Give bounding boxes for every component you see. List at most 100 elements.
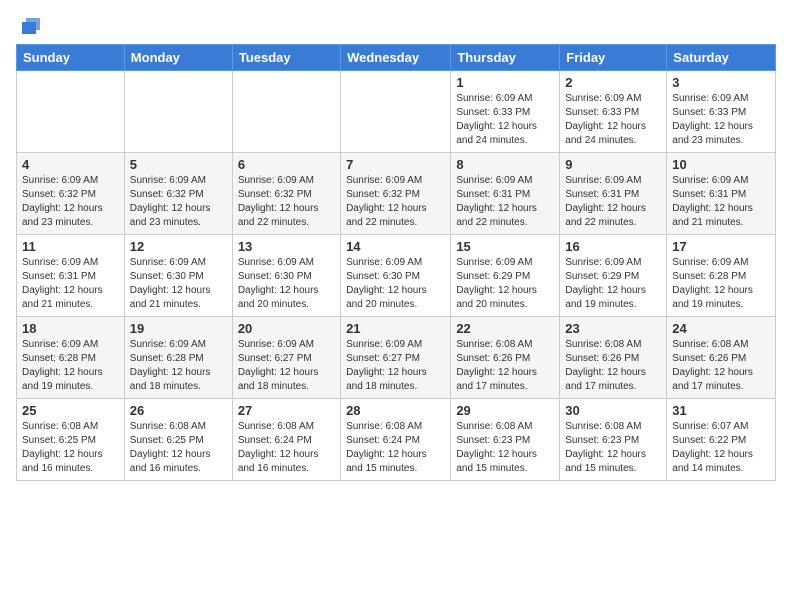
day-number: 31 (672, 403, 770, 418)
day-number: 19 (130, 321, 227, 336)
day-info: Sunrise: 6:08 AM Sunset: 6:23 PM Dayligh… (565, 420, 661, 476)
day-number: 1 (456, 75, 554, 90)
calendar-cell: 26 Sunrise: 6:08 AM Sunset: 6:25 PM Dayli… (124, 399, 232, 481)
calendar-cell: 6Sunrise: 6:09 AM Sunset: 6:32 PM Daylig… (232, 153, 340, 235)
day-number: 22 (456, 321, 554, 336)
calendar-cell: 7 Sunrise: 6:09 AM Sunset: 6:32 PM Daylig… (341, 153, 451, 235)
day-number: 15 (456, 239, 554, 254)
day-number: 5 (130, 157, 227, 172)
day-info: Sunrise: 6:09 AM Sunset: 6:33 PM Dayligh… (672, 92, 770, 148)
day-info: Sunrise: 6:08 AM Sunset: 6:26 PM Dayligh… (456, 338, 554, 394)
day-number: 25 (22, 403, 119, 418)
day-number: 11 (22, 239, 119, 254)
calendar-header-row: SundayMondayTuesdayWednesdayThursdayFrid… (17, 45, 776, 71)
calendar-cell: 10Sunrise: 6:09 AM Sunset: 6:31 PM Dayli… (667, 153, 776, 235)
day-info: Sunrise: 6:08 AM Sunset: 6:24 PM Dayligh… (238, 420, 335, 476)
calendar-cell: 25 Sunrise: 6:08 AM Sunset: 6:25 PM Dayli… (17, 399, 125, 481)
day-number: 24 (672, 321, 770, 336)
calendar-cell (232, 71, 340, 153)
calendar-cell: 31 Sunrise: 6:07 AM Sunset: 6:22 PM Dayli… (667, 399, 776, 481)
calendar-week-row: 4 Sunrise: 6:09 AM Sunset: 6:32 PM Daylig… (17, 153, 776, 235)
day-number: 27 (238, 403, 335, 418)
calendar-cell: 5 Sunrise: 6:09 AM Sunset: 6:32 PM Daylig… (124, 153, 232, 235)
day-info: Sunrise: 6:09 AM Sunset: 6:33 PM Dayligh… (456, 92, 554, 148)
day-number: 21 (346, 321, 445, 336)
day-info: Sunrise: 6:09 AM Sunset: 6:32 PM Dayligh… (238, 174, 335, 230)
calendar-cell: 14 Sunrise: 6:09 AM Sunset: 6:30 PM Dayli… (341, 235, 451, 317)
day-number: 13 (238, 239, 335, 254)
day-info: Sunrise: 6:08 AM Sunset: 6:25 PM Dayligh… (130, 420, 227, 476)
calendar-cell: 8 Sunrise: 6:09 AM Sunset: 6:31 PM Daylig… (451, 153, 560, 235)
calendar-cell: 29 Sunrise: 6:08 AM Sunset: 6:23 PM Dayli… (451, 399, 560, 481)
day-number: 20 (238, 321, 335, 336)
logo-icon (18, 16, 42, 36)
calendar-cell: 17Sunrise: 6:09 AM Sunset: 6:28 PM Dayli… (667, 235, 776, 317)
day-info: Sunrise: 6:09 AM Sunset: 6:33 PM Dayligh… (565, 92, 661, 148)
day-number: 3 (672, 75, 770, 90)
day-number: 28 (346, 403, 445, 418)
calendar-cell (124, 71, 232, 153)
calendar-header-saturday: Saturday (667, 45, 776, 71)
day-info: Sunrise: 6:09 AM Sunset: 6:32 PM Dayligh… (346, 174, 445, 230)
calendar-cell: 28 Sunrise: 6:08 AM Sunset: 6:24 PM Dayli… (341, 399, 451, 481)
day-number: 4 (22, 157, 119, 172)
calendar-cell: 21 Sunrise: 6:09 AM Sunset: 6:27 PM Dayli… (341, 317, 451, 399)
day-info: Sunrise: 6:09 AM Sunset: 6:31 PM Dayligh… (565, 174, 661, 230)
day-info: Sunrise: 6:08 AM Sunset: 6:26 PM Dayligh… (565, 338, 661, 394)
day-info: Sunrise: 6:09 AM Sunset: 6:32 PM Dayligh… (22, 174, 119, 230)
day-number: 23 (565, 321, 661, 336)
day-info: Sunrise: 6:08 AM Sunset: 6:26 PM Dayligh… (672, 338, 770, 394)
calendar-cell: 15Sunrise: 6:09 AM Sunset: 6:29 PM Dayli… (451, 235, 560, 317)
calendar-cell: 11 Sunrise: 6:09 AM Sunset: 6:31 PM Dayli… (17, 235, 125, 317)
calendar-header-tuesday: Tuesday (232, 45, 340, 71)
calendar-cell (17, 71, 125, 153)
page-header (16, 16, 776, 36)
calendar-cell: 18 Sunrise: 6:09 AM Sunset: 6:28 PM Dayli… (17, 317, 125, 399)
day-info: Sunrise: 6:09 AM Sunset: 6:32 PM Dayligh… (130, 174, 227, 230)
day-number: 10 (672, 157, 770, 172)
day-number: 26 (130, 403, 227, 418)
day-info: Sunrise: 6:09 AM Sunset: 6:30 PM Dayligh… (130, 256, 227, 312)
calendar-cell: 24 Sunrise: 6:08 AM Sunset: 6:26 PM Dayli… (667, 317, 776, 399)
calendar-cell: 20 Sunrise: 6:09 AM Sunset: 6:27 PM Dayli… (232, 317, 340, 399)
day-number: 8 (456, 157, 554, 172)
day-number: 16 (565, 239, 661, 254)
day-info: Sunrise: 6:08 AM Sunset: 6:23 PM Dayligh… (456, 420, 554, 476)
day-info: Sunrise: 6:08 AM Sunset: 6:25 PM Dayligh… (22, 420, 119, 476)
day-number: 7 (346, 157, 445, 172)
calendar-header-wednesday: Wednesday (341, 45, 451, 71)
calendar-cell: 12Sunrise: 6:09 AM Sunset: 6:30 PM Dayli… (124, 235, 232, 317)
day-info: Sunrise: 6:09 AM Sunset: 6:31 PM Dayligh… (456, 174, 554, 230)
day-info: Sunrise: 6:09 AM Sunset: 6:27 PM Dayligh… (346, 338, 445, 394)
day-info: Sunrise: 6:09 AM Sunset: 6:28 PM Dayligh… (22, 338, 119, 394)
day-info: Sunrise: 6:09 AM Sunset: 6:29 PM Dayligh… (565, 256, 661, 312)
day-number: 2 (565, 75, 661, 90)
day-info: Sunrise: 6:07 AM Sunset: 6:22 PM Dayligh… (672, 420, 770, 476)
calendar-cell: 13Sunrise: 6:09 AM Sunset: 6:30 PM Dayli… (232, 235, 340, 317)
calendar-header-monday: Monday (124, 45, 232, 71)
calendar-week-row: 18 Sunrise: 6:09 AM Sunset: 6:28 PM Dayli… (17, 317, 776, 399)
calendar-week-row: 25 Sunrise: 6:08 AM Sunset: 6:25 PM Dayli… (17, 399, 776, 481)
day-info: Sunrise: 6:09 AM Sunset: 6:28 PM Dayligh… (130, 338, 227, 394)
calendar-cell: 3 Sunrise: 6:09 AM Sunset: 6:33 PM Daylig… (667, 71, 776, 153)
calendar-cell: 23 Sunrise: 6:08 AM Sunset: 6:26 PM Dayli… (560, 317, 667, 399)
calendar-cell: 4 Sunrise: 6:09 AM Sunset: 6:32 PM Daylig… (17, 153, 125, 235)
day-number: 18 (22, 321, 119, 336)
calendar-week-row: 1 Sunrise: 6:09 AM Sunset: 6:33 PM Daylig… (17, 71, 776, 153)
day-info: Sunrise: 6:08 AM Sunset: 6:24 PM Dayligh… (346, 420, 445, 476)
calendar-table: SundayMondayTuesdayWednesdayThursdayFrid… (16, 44, 776, 481)
day-number: 29 (456, 403, 554, 418)
calendar-cell: 16 Sunrise: 6:09 AM Sunset: 6:29 PM Dayli… (560, 235, 667, 317)
day-info: Sunrise: 6:09 AM Sunset: 6:31 PM Dayligh… (22, 256, 119, 312)
calendar-cell: 1 Sunrise: 6:09 AM Sunset: 6:33 PM Daylig… (451, 71, 560, 153)
calendar-cell: 22 Sunrise: 6:08 AM Sunset: 6:26 PM Dayli… (451, 317, 560, 399)
calendar-cell (341, 71, 451, 153)
calendar-header-sunday: Sunday (17, 45, 125, 71)
calendar-cell: 30Sunrise: 6:08 AM Sunset: 6:23 PM Dayli… (560, 399, 667, 481)
day-info: Sunrise: 6:09 AM Sunset: 6:30 PM Dayligh… (346, 256, 445, 312)
day-number: 14 (346, 239, 445, 254)
calendar-header-thursday: Thursday (451, 45, 560, 71)
day-info: Sunrise: 6:09 AM Sunset: 6:28 PM Dayligh… (672, 256, 770, 312)
calendar-cell: 9Sunrise: 6:09 AM Sunset: 6:31 PM Daylig… (560, 153, 667, 235)
day-info: Sunrise: 6:09 AM Sunset: 6:27 PM Dayligh… (238, 338, 335, 394)
